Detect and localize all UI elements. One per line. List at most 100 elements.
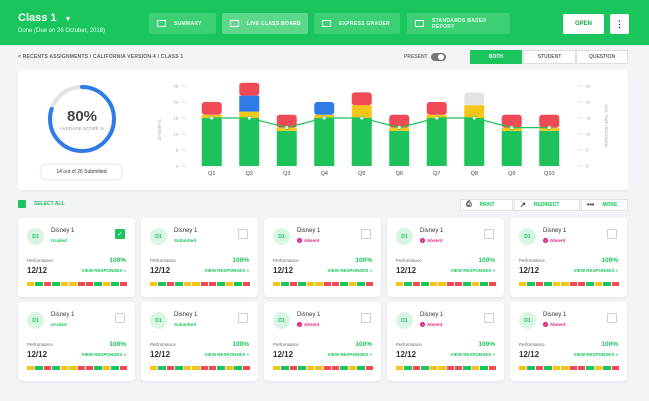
student-checkbox[interactable] xyxy=(238,229,248,239)
student-name: Disney 1 xyxy=(297,312,321,318)
progress-segment xyxy=(519,282,527,286)
view-responses-link[interactable]: VIEW RESPONSES » xyxy=(573,352,618,357)
y-tick-label: 0 xyxy=(176,164,179,169)
tab-summary-label: SUMMARY xyxy=(174,20,202,27)
avatar: D1 xyxy=(27,312,44,329)
score-value: 12/12 xyxy=(273,266,294,275)
student-checkbox[interactable]: ✓ xyxy=(115,229,125,239)
view-responses-link[interactable]: VIEW RESPONSES » xyxy=(81,268,126,273)
student-checkbox[interactable] xyxy=(607,313,617,323)
progress-segment xyxy=(340,366,348,370)
tab-live-class-board[interactable]: LIVE CLASS BOARD xyxy=(222,13,308,34)
progress-segment xyxy=(94,366,102,370)
chevron-down-icon: ▼ xyxy=(64,16,72,23)
segment-student[interactable]: STUDENT xyxy=(523,50,576,64)
performance-percent: 100% xyxy=(109,341,126,348)
progress-segment xyxy=(85,366,94,370)
progress-segment xyxy=(192,282,200,286)
student-card[interactable]: D1 Disney 1 Submitted Performance 100% 12/12 V… xyxy=(141,218,258,297)
student-checkbox[interactable] xyxy=(361,313,371,323)
redirect-button[interactable]: ↗ REDIRECT xyxy=(514,199,580,211)
select-all-label[interactable]: SELECT ALL xyxy=(34,201,65,207)
student-checkbox[interactable] xyxy=(361,229,371,239)
student-card[interactable]: D1 Disney 1 Submitted Performance 100% 12/12 V… xyxy=(141,302,258,381)
more-options-icon[interactable]: ⋮ xyxy=(610,14,629,34)
student-checkbox[interactable] xyxy=(115,313,125,323)
view-responses-link[interactable]: VIEW RESPONSES » xyxy=(327,268,372,273)
class-selector[interactable]: Class 1 ▼ xyxy=(18,12,71,24)
tab-standards-report[interactable]: STANDARDS BASED REPORT xyxy=(407,13,510,34)
progress-segment xyxy=(306,282,315,286)
y2-tick-label: 20 xyxy=(586,100,591,105)
student-card[interactable]: D1 Disney 1 Graded ✓ Performance 100% 12/12 VIE… xyxy=(18,218,135,297)
student-card[interactable]: D1 Disney 1 Absent Performance 100% 12/12 VIEW… xyxy=(264,302,381,381)
student-card[interactable]: D1 Disney 1 Graded Performance 100% 12/12 VIEW… xyxy=(18,302,135,381)
student-card[interactable]: D1 Disney 1 Absent Performance 100% 12/12 VIEW… xyxy=(510,302,627,381)
dots-icon: ••• xyxy=(587,201,595,209)
progress-segment xyxy=(77,366,85,370)
view-responses-link[interactable]: VIEW RESPONSES » xyxy=(450,268,495,273)
student-card[interactable]: D1 Disney 1 Absent Performance 100% 12/12 VIEW… xyxy=(264,218,381,297)
progress-segment xyxy=(111,366,119,370)
progress-segment xyxy=(429,366,438,370)
progress-segment xyxy=(365,366,374,370)
average-score-value: 80% xyxy=(66,108,98,125)
student-checkbox[interactable] xyxy=(484,313,494,323)
student-checkbox[interactable] xyxy=(484,229,494,239)
segment-both[interactable]: BOTH xyxy=(470,50,522,64)
progress-segment xyxy=(281,366,289,370)
progress-segment xyxy=(242,366,251,370)
print-button[interactable]: ⎙ PRINT xyxy=(460,199,513,211)
student-card[interactable]: D1 Disney 1 Absent Performance 100% 12/12 VIEW… xyxy=(387,218,504,297)
view-responses-link[interactable]: VIEW RESPONSES » xyxy=(204,268,249,273)
y2-axis-label: AVG. TIME (SECONDS) xyxy=(604,104,609,148)
summary-chart-card: 80% AVERAGE SCORE % 14 out of 26 Submitt… xyxy=(18,70,628,190)
select-all-checkbox[interactable] xyxy=(18,200,26,208)
breadcrumb[interactable]: < RECENTS ASSIGNMENTS / CALIFORNIA VERSI… xyxy=(18,54,183,60)
view-responses-link[interactable]: VIEW RESPONSES » xyxy=(204,352,249,357)
student-card[interactable]: D1 Disney 1 Absent Performance 100% 12/12 VIEW… xyxy=(510,218,627,297)
view-responses-link[interactable]: VIEW RESPONSES » xyxy=(81,352,126,357)
y-tick-label: 15 xyxy=(174,116,179,121)
avg-time-point xyxy=(397,125,402,130)
performance-label: Performance xyxy=(396,258,422,263)
question-progress-bar xyxy=(519,282,620,286)
view-responses-link[interactable]: VIEW RESPONSES » xyxy=(450,352,495,357)
avatar: D1 xyxy=(150,312,167,329)
performance-label: Performance xyxy=(396,342,422,347)
progress-segment xyxy=(77,282,85,286)
grader-icon xyxy=(322,20,331,27)
student-name: Disney 1 xyxy=(420,312,444,318)
x-tick-label: Q10 xyxy=(544,171,554,177)
view-responses-link[interactable]: VIEW RESPONSES » xyxy=(327,352,372,357)
y-tick-label: 5 xyxy=(176,148,179,153)
progress-segment xyxy=(306,366,315,370)
avatar: D1 xyxy=(273,228,290,245)
open-button[interactable]: OPEN xyxy=(563,14,604,34)
student-checkbox[interactable] xyxy=(607,229,617,239)
student-name: Disney 1 xyxy=(174,312,198,318)
student-checkbox[interactable] xyxy=(238,313,248,323)
progress-segment xyxy=(234,282,242,286)
question-progress-bar xyxy=(396,282,497,286)
more-button[interactable]: ••• MORE xyxy=(581,199,628,211)
bar-segment xyxy=(314,102,335,115)
segment-question[interactable]: QUESTION xyxy=(576,50,628,64)
x-tick-label: Q1 xyxy=(208,171,215,177)
question-progress-bar xyxy=(150,282,251,286)
present-toggle[interactable] xyxy=(431,53,446,61)
class-title: Class 1 xyxy=(18,12,57,24)
tab-express-grader[interactable]: EXPRESS GRADER xyxy=(314,13,400,34)
view-responses-link[interactable]: VIEW RESPONSES » xyxy=(573,268,618,273)
y-tick-label: 20 xyxy=(174,100,179,105)
performance-percent: 100% xyxy=(601,341,618,348)
y-tick-label: 10 xyxy=(174,132,179,137)
tab-summary[interactable]: SUMMARY xyxy=(149,13,216,34)
student-card[interactable]: D1 Disney 1 Absent Performance 100% 12/12 VIEW… xyxy=(387,302,504,381)
bar-segment xyxy=(314,118,335,166)
progress-segment xyxy=(289,282,298,286)
average-score-label: AVERAGE SCORE % xyxy=(60,126,104,131)
progress-segment xyxy=(315,366,323,370)
x-tick-label: Q9 xyxy=(508,171,515,177)
progress-segment xyxy=(166,282,175,286)
